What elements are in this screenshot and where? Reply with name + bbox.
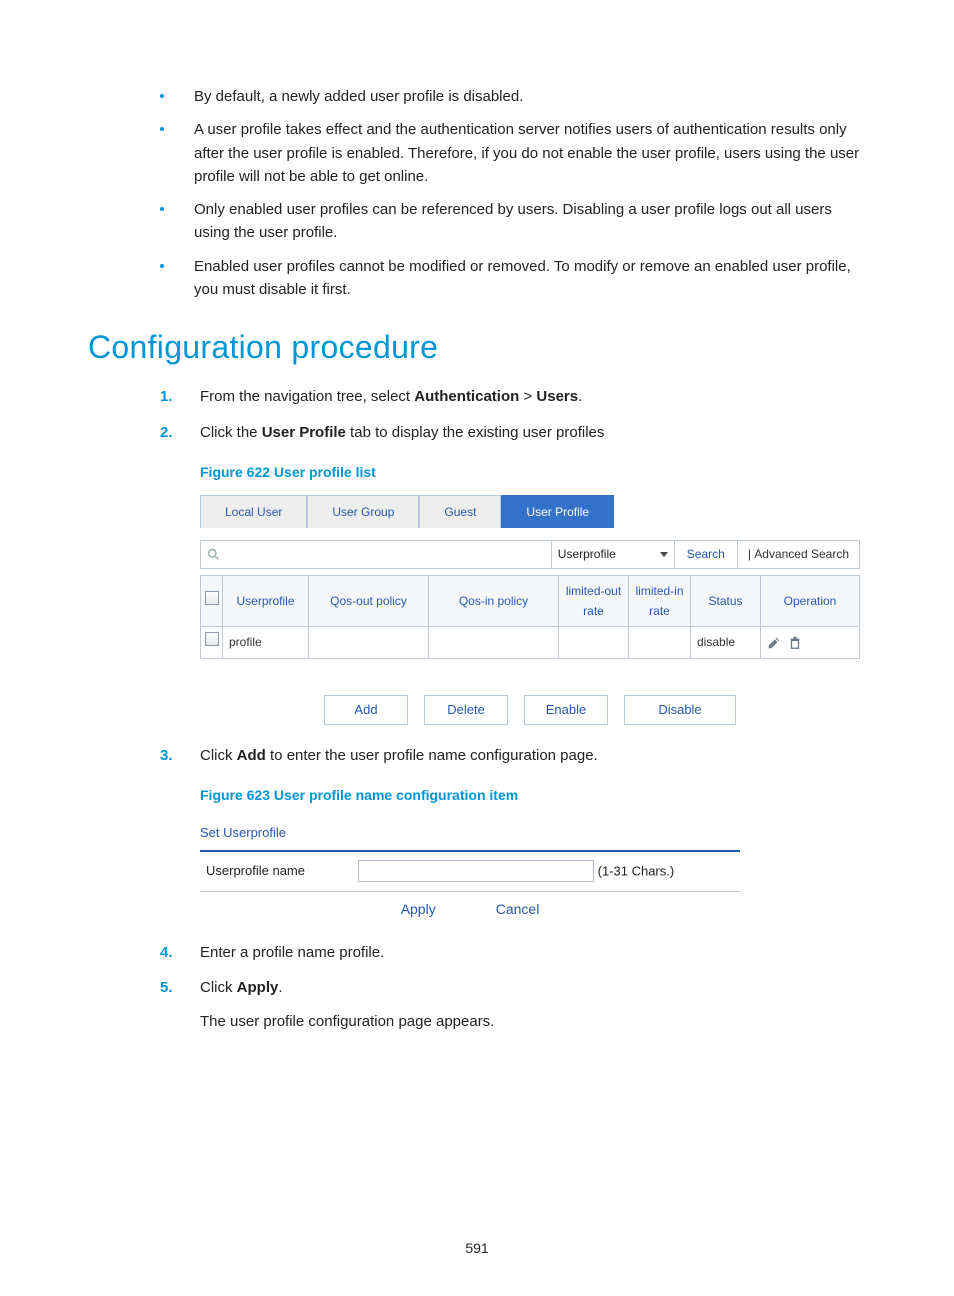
advanced-search-link[interactable]: | Advanced Search	[738, 541, 859, 567]
tab-local-user[interactable]: Local User	[200, 495, 307, 528]
step-5: Click Apply. The user profile configurat…	[160, 975, 866, 1034]
userprofile-name-label: Userprofile name	[200, 851, 352, 891]
intro-bullet: By default, a newly added user profile i…	[160, 85, 866, 108]
figure-623-caption: Figure 623 User profile name configurati…	[200, 784, 866, 808]
section-heading: Configuration procedure	[88, 329, 866, 366]
search-select-value: Userprofile	[558, 544, 616, 564]
set-userprofile-title: Set Userprofile	[200, 818, 740, 850]
disable-button[interactable]: Disable	[624, 695, 736, 725]
intro-bullet: Only enabled user profiles can be refere…	[160, 198, 866, 245]
col-qos-in: Qos-in policy	[429, 575, 559, 627]
intro-bullet: Enabled user profiles cannot be modified…	[160, 255, 866, 302]
table-row: profile disable	[201, 627, 860, 658]
step-1: From the navigation tree, select Authent…	[160, 384, 866, 410]
search-select[interactable]: Userprofile	[552, 541, 675, 567]
step2-prefix: Click the	[200, 424, 262, 441]
user-profile-table: Userprofile Qos-out policy Qos-in policy…	[200, 575, 860, 659]
enable-button[interactable]: Enable	[524, 695, 608, 725]
cell-status: disable	[691, 627, 761, 658]
chevron-down-icon	[660, 552, 668, 557]
cell-limited-out	[559, 627, 629, 658]
step5-b1: Apply	[237, 979, 279, 996]
col-limited-out: limited-out rate	[559, 575, 629, 627]
intro-bullets: By default, a newly added user profile i…	[88, 85, 866, 301]
intro-bullet: A user profile takes effect and the auth…	[160, 118, 866, 188]
cell-operation	[761, 627, 860, 658]
step-2: Click the User Profile tab to display th…	[160, 420, 866, 725]
step5-suffix: .	[278, 979, 282, 996]
search-button[interactable]: Search	[675, 541, 738, 567]
figure-622-caption: Figure 622 User profile list	[200, 461, 866, 485]
checkbox-all[interactable]	[205, 591, 219, 605]
step1-prefix: From the navigation tree, select	[200, 388, 414, 405]
tab-user-profile[interactable]: User Profile	[501, 495, 614, 528]
search-field	[201, 541, 552, 567]
action-buttons: Add Delete Enable Disable	[200, 695, 860, 725]
trash-icon[interactable]	[788, 636, 802, 650]
col-status: Status	[691, 575, 761, 627]
col-qos-out: Qos-out policy	[309, 575, 429, 627]
tab-user-group[interactable]: User Group	[307, 495, 419, 528]
tab-guest[interactable]: Guest	[419, 495, 501, 528]
figure-622: Local User User Group Guest User Profile…	[200, 495, 860, 725]
step-4: Enter a profile name profile.	[160, 940, 866, 966]
step3-suffix: to enter the user profile name configura…	[266, 747, 598, 764]
step-3: Click Add to enter the user profile name…	[160, 743, 866, 922]
search-input[interactable]	[223, 546, 545, 562]
cancel-button[interactable]: Cancel	[486, 898, 550, 920]
userprofile-name-hint: (1-31 Chars.)	[598, 864, 675, 879]
apply-button[interactable]: Apply	[391, 898, 446, 920]
edit-icon[interactable]	[767, 636, 781, 650]
search-icon	[207, 548, 219, 560]
step5-prefix: Click	[200, 979, 237, 996]
tabs: Local User User Group Guest User Profile	[200, 495, 860, 528]
step5-sub: The user profile configuration page appe…	[200, 1009, 866, 1035]
cell-qos-in	[429, 627, 559, 658]
step1-sep: >	[519, 388, 536, 405]
search-bar: Userprofile Search | Advanced Search	[200, 540, 860, 568]
step3-b1: Add	[237, 747, 266, 764]
userprofile-name-cell: (1-31 Chars.)	[352, 851, 740, 891]
col-checkbox	[201, 575, 223, 627]
step2-suffix: tab to display the existing user profile…	[346, 424, 604, 441]
cell-limited-in	[629, 627, 691, 658]
col-operation: Operation	[761, 575, 860, 627]
step1-b2: Users	[536, 388, 578, 405]
add-button[interactable]: Add	[324, 695, 408, 725]
step2-b1: User Profile	[262, 424, 346, 441]
step3-prefix: Click	[200, 747, 237, 764]
figure-623: Set Userprofile Userprofile name (1-31 C…	[200, 818, 740, 922]
delete-button[interactable]: Delete	[424, 695, 508, 725]
col-userprofile: Userprofile	[223, 575, 309, 627]
row-checkbox[interactable]	[205, 632, 219, 646]
cell-userprofile: profile	[223, 627, 309, 658]
page-number: 591	[0, 1240, 954, 1256]
step1-suffix: .	[578, 388, 582, 405]
step1-b1: Authentication	[414, 388, 519, 405]
userprofile-name-input[interactable]	[358, 860, 594, 882]
col-limited-in: limited-in rate	[629, 575, 691, 627]
cell-qos-out	[309, 627, 429, 658]
